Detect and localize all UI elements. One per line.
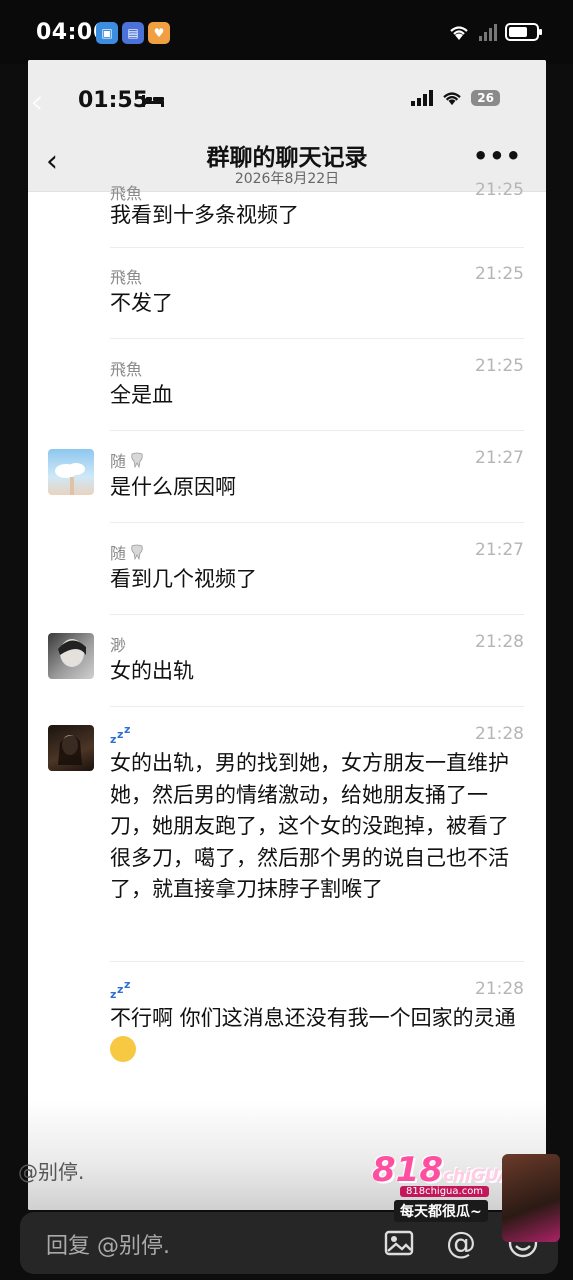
svg-text:z: z (117, 983, 123, 996)
wifi-icon (450, 26, 468, 40)
outer-back-icon[interactable]: ‹ (30, 82, 44, 122)
list-item[interactable]: 飛魚 21:25 全是血 (28, 339, 546, 431)
signal-icon (479, 23, 497, 41)
notification-icons: ▣ ▤ ♥ (96, 22, 170, 44)
reply-input[interactable]: 回复 @别停. (46, 1228, 170, 1260)
watermark-photo (502, 1154, 560, 1242)
avatar[interactable] (48, 725, 94, 771)
inner-status-icons: 26 (411, 90, 500, 106)
svg-text:z: z (110, 988, 116, 1000)
tooth-emoji-icon (131, 544, 143, 561)
watermark-site: 818chigua.com (400, 1186, 490, 1197)
message-text: 不行啊 你们这消息还没有我一个回家的灵通 (110, 1003, 522, 1066)
message-text: 不发了 (110, 291, 173, 315)
chat-screenshot[interactable]: 01:55 26 ‹ 群聊的聊天记录 2026年8月22日 ••• 飛魚 21:… (28, 60, 546, 1210)
list-item[interactable]: 飛魚 21:25 不发了 (28, 247, 546, 339)
app-notification-icon: ♥ (148, 22, 170, 44)
sender-name: 随 (110, 540, 146, 564)
watermark-logo-sub: chiGUA (442, 1166, 512, 1186)
message-time: 21:25 (475, 180, 524, 200)
message-time: 21:25 (475, 356, 524, 376)
message-time: 21:28 (475, 632, 524, 652)
list-item[interactable]: 飛魚 21:25 我看到十多条视频了 (28, 180, 546, 245)
message-text: 女的出轨 (110, 659, 194, 683)
outer-status-bar: 04:06 ▣ ▤ ♥ (0, 0, 573, 64)
laughing-emoji-icon (110, 1035, 136, 1062)
message-text: 女的出轨，男的找到她，女方朋友一直维护她，然后男的情绪激动，给她朋友捅了一刀，她… (110, 751, 509, 901)
sender-name: 飛魚 (110, 268, 143, 287)
svg-text:z: z (124, 725, 130, 736)
svg-text:z: z (110, 733, 116, 745)
message-list[interactable]: 飛魚 21:25 我看到十多条视频了 飛魚 21:25 不发了 飛魚 21:25… (28, 180, 546, 1092)
sender-name-text: 随 (110, 544, 127, 563)
outer-status-icons (447, 22, 542, 42)
list-item[interactable]: 渺 21:28 女的出轨 (28, 615, 546, 707)
sleeping-zzz-icon: z z z (110, 725, 130, 745)
battery-icon (505, 23, 542, 41)
watermark-logo-number: 818 (372, 1150, 443, 1190)
message-time: 21:28 (475, 979, 524, 999)
svg-text:z: z (117, 728, 123, 741)
watermark: 818chiGUA 818chigua.com 每天都很瓜~ (370, 1150, 560, 1242)
svg-text:z: z (124, 980, 130, 991)
message-text: 看到几个视频了 (110, 567, 257, 591)
tooth-emoji-icon (131, 452, 143, 469)
app-notification-icon: ▤ (122, 22, 144, 44)
list-item[interactable]: 随 21:27 是什么原因啊 (28, 431, 546, 523)
avatar[interactable] (48, 633, 94, 679)
page-title: 群聊的聊天记录 (206, 145, 368, 171)
sleeping-zzz-icon: z z z (110, 980, 130, 1000)
inner-clock: 01:55 (78, 88, 149, 113)
battery-level: 26 (471, 90, 500, 106)
watermark-logo: 818chiGUA (372, 1150, 511, 1190)
mention-hint: @别停. (18, 1160, 85, 1184)
message-time: 21:27 (475, 540, 524, 560)
message-text-content: 不行啊 你们这消息还没有我一个回家的灵通 (110, 1006, 516, 1030)
inner-status-bar: 01:55 26 (28, 60, 546, 134)
message-time: 21:25 (475, 264, 524, 284)
message-time: 21:28 (475, 724, 524, 744)
sky-avatar-icon (55, 463, 85, 495)
portrait-avatar-icon (58, 639, 86, 667)
signal-icon (411, 90, 434, 106)
avatar[interactable] (48, 449, 94, 495)
app-notification-icon: ▣ (96, 22, 118, 44)
sender-name: 飛魚 (110, 360, 143, 379)
more-options-icon[interactable]: ••• (473, 142, 522, 170)
message-time: 21:27 (475, 448, 524, 468)
list-item[interactable]: z z z 21:28 不行啊 你们这消息还没有我一个回家的灵通 (28, 962, 546, 1092)
message-text: 全是血 (110, 383, 173, 407)
watermark-slogan: 每天都很瓜~ (394, 1200, 488, 1222)
sender-name-text: 随 (110, 452, 127, 471)
sender-name: 渺 (110, 636, 127, 655)
list-item[interactable]: 随 21:27 看到几个视频了 (28, 523, 546, 615)
message-text: 我看到十多条视频了 (110, 203, 299, 227)
sender-name: 随 (110, 448, 146, 472)
message-text: 是什么原因啊 (110, 475, 236, 499)
sleep-mode-icon (142, 95, 164, 107)
wifi-icon (443, 92, 462, 106)
list-item[interactable]: z z z 21:28 女的出轨，男的找到她，女方朋友一直维护她，然后男的情绪激… (28, 707, 546, 962)
dark-avatar-icon (58, 735, 82, 765)
